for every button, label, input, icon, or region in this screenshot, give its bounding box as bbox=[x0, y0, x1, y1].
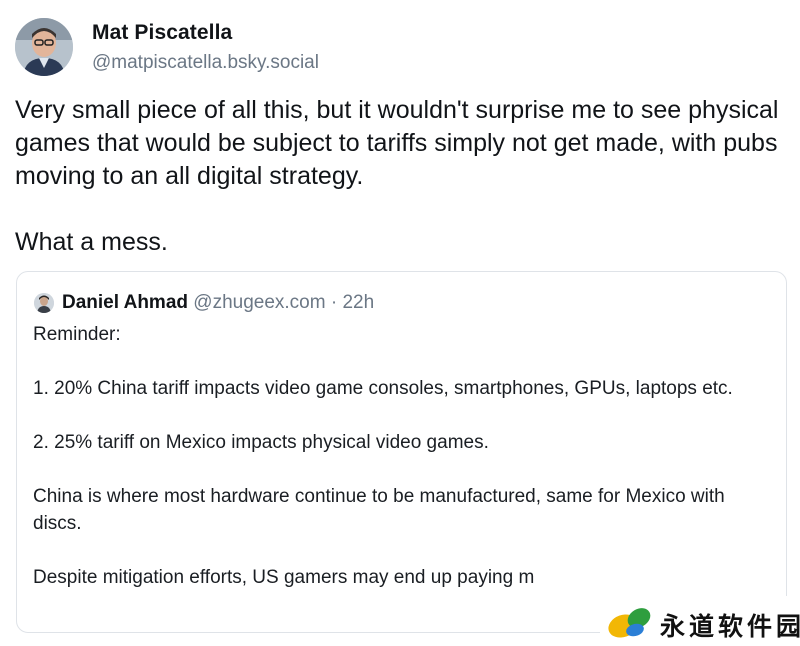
quoted-post-card[interactable]: Daniel Ahmad @zhugeex.com · 22h Reminder… bbox=[16, 271, 787, 633]
quote-author-handle[interactable]: @zhugeex.com bbox=[193, 292, 325, 313]
quote-timestamp[interactable]: 22h bbox=[342, 292, 374, 313]
post-paragraph: Very small piece of all this, but it wou… bbox=[15, 96, 779, 190]
quote-paragraph: China is where most hardware continue to… bbox=[33, 486, 725, 534]
quote-avatar-image bbox=[34, 293, 54, 313]
quote-paragraph: 2. 25% tariff on Mexico impacts physical… bbox=[33, 432, 489, 453]
quote-paragraph: Reminder: bbox=[33, 324, 121, 345]
quote-author-name[interactable]: Daniel Ahmad bbox=[62, 292, 188, 313]
author-avatar-image bbox=[15, 18, 73, 76]
author-handle[interactable]: @matpiscatella.bsky.social bbox=[92, 52, 319, 74]
post-paragraph: What a mess. bbox=[15, 228, 168, 256]
quote-paragraph: Despite mitigation efforts, US gamers ma… bbox=[33, 567, 535, 588]
quote-header: Daniel Ahmad @zhugeex.com · 22h bbox=[62, 292, 374, 314]
author-name[interactable]: Mat Piscatella bbox=[92, 21, 232, 45]
quote-separator: · bbox=[330, 292, 338, 313]
quote-author-avatar[interactable] bbox=[34, 293, 54, 313]
watermark-logo-icon bbox=[608, 608, 651, 638]
watermark: 永道软件园 bbox=[600, 596, 800, 646]
author-avatar[interactable] bbox=[15, 18, 73, 76]
post: Mat Piscatella @matpiscatella.bsky.socia… bbox=[0, 0, 800, 646]
watermark-text: 永道软件园 bbox=[660, 612, 800, 641]
quote-text: Reminder: 1. 20% China tariff impacts vi… bbox=[33, 321, 753, 591]
quote-paragraph: 1. 20% China tariff impacts video game c… bbox=[33, 378, 733, 399]
post-text: Very small piece of all this, but it wou… bbox=[15, 94, 785, 259]
